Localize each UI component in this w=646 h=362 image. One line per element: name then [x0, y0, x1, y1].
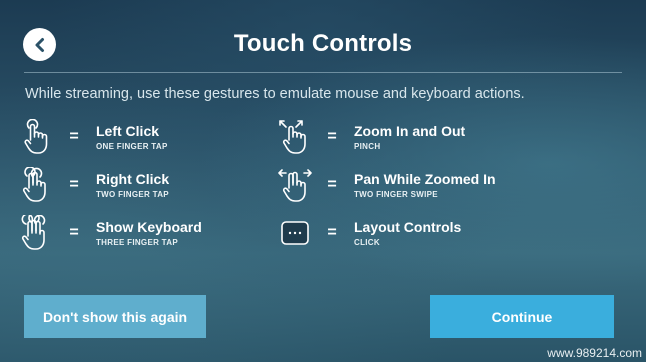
- gesture-left-click: = Left Click ONE FINGER TAP: [20, 119, 168, 154]
- gesture-name: Pan While Zoomed In: [354, 171, 496, 187]
- gesture-name: Zoom In and Out: [354, 123, 466, 139]
- gesture-name: Show Keyboard: [96, 219, 202, 235]
- gesture-zoom: = Zoom In and Out PINCH: [278, 120, 465, 154]
- one-finger-tap-icon: [20, 119, 54, 154]
- page-title: Touch Controls: [233, 30, 413, 57]
- intro-text: While streaming, use these gestures to e…: [25, 86, 525, 102]
- gesture-layout-controls: = Layout Controls CLICK: [278, 216, 461, 250]
- gesture-description: TWO FINGER TAP: [96, 190, 169, 199]
- equals-sign: =: [327, 224, 337, 241]
- gesture-pan: = Pan While Zoomed In TWO FINGER SWIPE: [278, 168, 496, 202]
- gesture-right-click: = Right Click TWO FINGER TAP: [20, 167, 170, 202]
- divider: [24, 72, 622, 73]
- equals-sign: =: [69, 224, 79, 241]
- equals-sign: =: [327, 176, 337, 193]
- gesture-description: PINCH: [354, 142, 381, 151]
- gesture-name: Left Click: [96, 123, 160, 139]
- watermark: www.989214.com: [547, 346, 642, 360]
- three-finger-tap-icon: [20, 215, 54, 250]
- two-finger-tap-icon: [20, 167, 54, 202]
- gesture-description: THREE FINGER TAP: [96, 238, 178, 247]
- gesture-description: CLICK: [354, 238, 380, 247]
- pinch-icon: [278, 120, 312, 154]
- gesture-description: TWO FINGER SWIPE: [354, 190, 438, 199]
- equals-sign: =: [69, 176, 79, 193]
- gesture-show-keyboard: = Show Keyboard THREE FINGER TAP: [20, 215, 202, 250]
- equals-sign: =: [69, 128, 79, 145]
- gesture-name: Right Click: [96, 171, 170, 187]
- dont-show-again-button[interactable]: Don't show this again: [24, 295, 206, 338]
- two-finger-swipe-icon: [278, 168, 312, 202]
- layout-controls-icon: [278, 216, 312, 250]
- continue-button[interactable]: Continue: [430, 295, 614, 338]
- equals-sign: =: [327, 128, 337, 145]
- gesture-name: Layout Controls: [354, 219, 462, 235]
- gesture-description: ONE FINGER TAP: [96, 142, 168, 151]
